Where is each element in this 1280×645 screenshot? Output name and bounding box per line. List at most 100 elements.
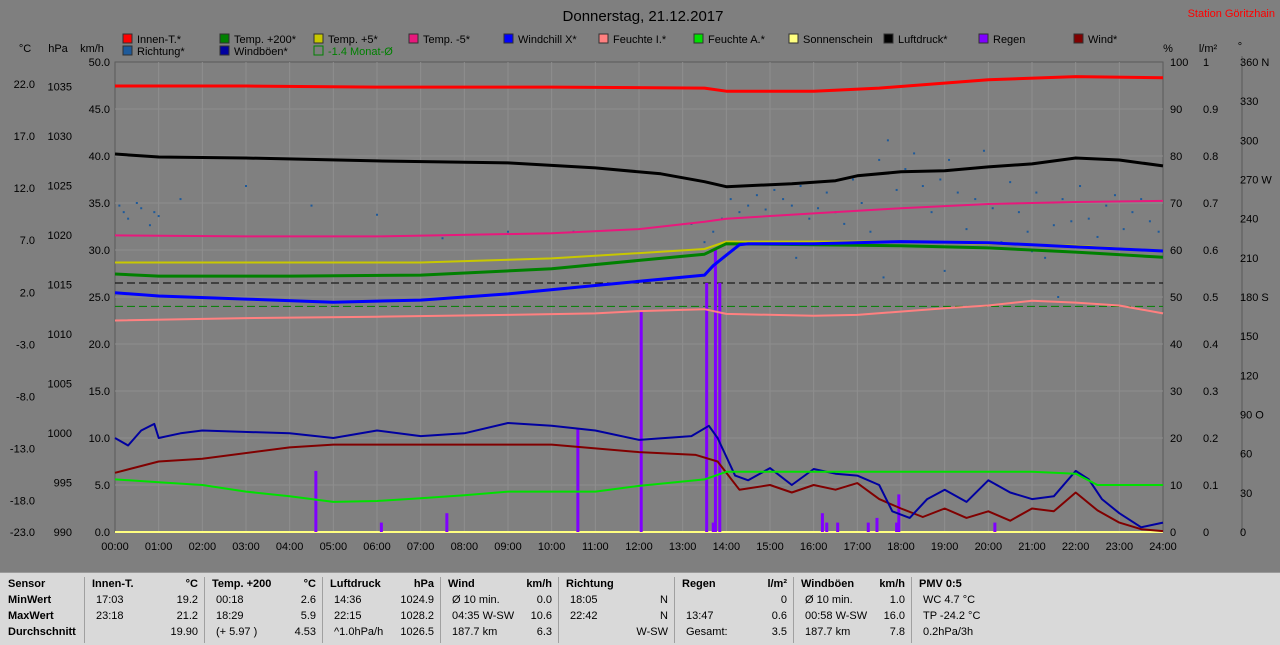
x-tick-label: 23:00: [1106, 541, 1134, 553]
stats-value: 6.3: [536, 626, 552, 638]
direction-point: [982, 149, 985, 152]
direction-point: [1079, 185, 1082, 188]
stats-value: 1028.2: [400, 610, 434, 622]
x-tick-label: 01:00: [145, 541, 173, 553]
legend-swatch: [978, 33, 989, 44]
stats-panel-1: Temp. +200 °C 00:18 2.6 18:29 5.9 (+ 5.97 ) 4.5…: [206, 577, 323, 643]
stats-value: 0.6: [771, 610, 787, 622]
direction-tick-label: 0: [1240, 527, 1246, 539]
x-tick-label: 09:00: [494, 541, 522, 553]
direction-tick-label: 60: [1240, 449, 1252, 461]
unit-pressure: hPa: [48, 43, 68, 55]
temp-tick-label: -23.0: [10, 527, 35, 539]
direction-point: [764, 208, 767, 211]
x-tick-label: 13:00: [669, 541, 697, 553]
temp-tick-label: 22.0: [14, 79, 35, 91]
stats-value: W-SW: [636, 626, 668, 638]
stats-value: [919, 625, 997, 640]
legend-label: Innen-T.*: [137, 34, 182, 46]
legend-swatch: [408, 33, 419, 44]
stats-value: 21.2: [176, 610, 198, 622]
direction-point: [755, 194, 758, 197]
wind-tick-label: 20.0: [89, 339, 110, 351]
direction-point: [817, 207, 820, 210]
legend-swatch: [788, 33, 799, 44]
pressure-tick-label: 990: [54, 527, 72, 539]
pressure-tick-label: 1030: [48, 131, 72, 143]
legend-label: Luftdruck*: [898, 34, 948, 46]
unit-direction: °: [1238, 41, 1242, 53]
direction-tick-label: 360 N: [1240, 57, 1269, 69]
direction-point: [943, 269, 946, 272]
stats-panel-5: Regen l/m² 0 13:47 0.6 Gesamt: 3.5: [676, 577, 794, 643]
direction-point: [712, 230, 715, 233]
stats-value: 10.6: [530, 610, 552, 622]
legend-label: Temp. +200*: [234, 34, 297, 46]
direction-point: [930, 211, 933, 214]
direction-tick-label: 90 O: [1240, 410, 1264, 422]
legend-swatch: [313, 45, 324, 56]
direction-point: [127, 217, 130, 220]
direction-tick-label: 300: [1240, 135, 1258, 147]
legend-swatch: [693, 33, 704, 44]
x-tick-label: 04:00: [276, 541, 304, 553]
direction-point: [157, 215, 160, 218]
stats-row-label: MaxWert: [8, 610, 54, 622]
wind-tick-label: 15.0: [89, 386, 110, 398]
rain-bar: [993, 522, 997, 532]
rain-tick-label: 0: [1203, 527, 1209, 539]
rain-tick-label: 0.8: [1203, 151, 1218, 163]
stats-row-label: Sensor: [8, 578, 46, 590]
direction-point: [1122, 228, 1125, 231]
temp-tick-label: -3.0: [16, 339, 35, 351]
direction-point: [1105, 204, 1108, 207]
legend-swatch: [883, 33, 894, 44]
temp-tick-label: 7.0: [20, 235, 35, 247]
legend-label: Temp. -5*: [423, 34, 471, 46]
direction-point: [1148, 220, 1151, 223]
legend-label: -1.4 Monat-Ø: [328, 46, 393, 58]
x-tick-label: 14:00: [713, 541, 741, 553]
direction-point: [179, 198, 182, 201]
rain-bar: [379, 522, 383, 532]
direction-tick-label: 180 S: [1240, 292, 1269, 304]
direction-point: [795, 256, 798, 259]
x-tick-label: 03:00: [232, 541, 260, 553]
direction-point: [904, 168, 907, 171]
stats-value: 3.5: [771, 626, 787, 638]
stats-unit: l/m²: [767, 578, 787, 590]
wind-tick-label: 0.0: [95, 527, 110, 539]
direction-point: [886, 139, 889, 142]
direction-point: [1052, 224, 1055, 227]
humidity-tick-label: 70: [1170, 198, 1182, 210]
direction-point: [140, 207, 143, 210]
rain-tick-label: 1: [1203, 57, 1209, 69]
rain-bar: [875, 517, 879, 532]
stats-value: 7.8: [889, 626, 905, 638]
x-tick-label: 00:00: [101, 541, 129, 553]
pressure-tick-label: 1005: [48, 379, 72, 391]
direction-point: [808, 217, 811, 220]
x-tick-label: 19:00: [931, 541, 959, 553]
stats-value: 1.0: [889, 594, 905, 606]
rain-tick-label: 0.7: [1203, 198, 1218, 210]
humidity-tick-label: 40: [1170, 339, 1182, 351]
x-tick-label: 02:00: [189, 541, 217, 553]
direction-point: [825, 191, 828, 194]
rain-tick-label: 0.1: [1203, 480, 1218, 492]
x-tick-label: 15:00: [756, 541, 784, 553]
humidity-tick-label: 50: [1170, 292, 1182, 304]
wind-tick-label: 30.0: [89, 245, 110, 257]
direction-point: [135, 202, 138, 204]
direction-point: [860, 202, 863, 204]
rain-bar: [825, 522, 829, 532]
rain-bar: [718, 282, 722, 532]
direction-point: [310, 204, 313, 207]
stats-value: 16.0: [883, 610, 905, 622]
legend-swatch: [122, 33, 133, 44]
direction-point: [1035, 191, 1038, 194]
direction-point: [773, 188, 776, 191]
direction-tick-label: 330: [1240, 96, 1258, 108]
humidity-tick-label: 90: [1170, 104, 1182, 116]
wind-tick-label: 50.0: [89, 57, 110, 69]
